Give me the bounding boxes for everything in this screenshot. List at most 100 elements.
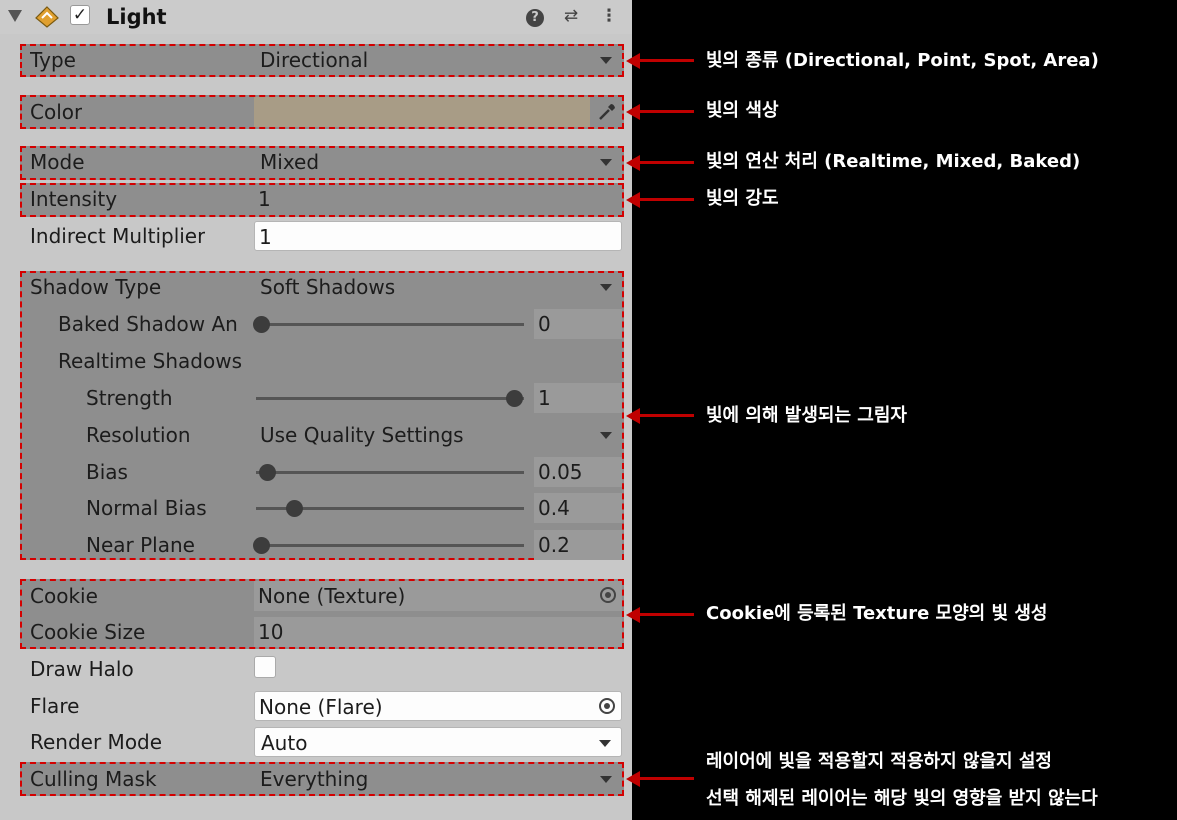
cookie-size-field[interactable]: 10 (254, 617, 622, 647)
arrow-type (632, 59, 694, 62)
annotation-culling-line1: 레이어에 빛을 적용할지 적용하지 않을지 설정 (706, 751, 1052, 772)
object-picker-icon[interactable] (599, 698, 615, 714)
type-dropdown[interactable]: Directional (254, 45, 622, 75)
dropdown-arrow-icon (600, 57, 612, 64)
flare-object-field[interactable]: None (Flare) (254, 691, 622, 721)
eyedropper-icon[interactable] (592, 97, 622, 127)
enabled-checkbox[interactable]: ✓ (70, 5, 90, 25)
cookie-label: Cookie (30, 584, 98, 608)
arrowhead-icon (626, 408, 640, 424)
near-plane-knob[interactable] (253, 537, 270, 554)
preset-icon[interactable]: ⇄ (560, 5, 582, 27)
arrowhead-icon (626, 771, 640, 787)
normal-bias-knob[interactable] (285, 500, 303, 517)
baked-shadow-angle-knob[interactable] (253, 316, 270, 333)
arrow-shadow (632, 414, 694, 417)
dropdown-arrow-icon (600, 159, 612, 166)
culling-mask-row: Culling Mask Everything (0, 762, 632, 796)
intensity-field[interactable]: 1 (254, 184, 622, 214)
context-menu-icon[interactable]: ⋮ (598, 5, 620, 27)
mode-label: Mode (30, 150, 85, 174)
annotation-cookie: Cookie에 등록된 Texture 모양의 빛 생성 (706, 603, 1048, 624)
flare-value: None (Flare) (259, 695, 383, 719)
annotation-mode: 빛의 연산 처리 (Realtime, Mixed, Baked) (706, 151, 1081, 172)
arrow-cookie (632, 613, 694, 616)
mode-row: Mode Mixed (0, 145, 632, 179)
foldout-arrow-icon[interactable] (8, 10, 22, 22)
baked-shadow-angle-field[interactable]: 0 (534, 309, 622, 339)
near-plane-value: 0.2 (538, 533, 570, 557)
mode-dropdown[interactable]: Mixed (254, 147, 622, 177)
resolution-row: Resolution Use Quality Settings (0, 418, 632, 452)
type-label: Type (30, 48, 76, 72)
annotation-color: 빛의 색상 (706, 100, 779, 121)
render-mode-value: Auto (261, 731, 308, 755)
dropdown-arrow-icon (600, 284, 612, 291)
normal-bias-field[interactable]: 0.4 (534, 493, 622, 523)
resolution-value: Use Quality Settings (260, 423, 464, 447)
cookie-object-field[interactable]: None (Texture) (254, 581, 622, 611)
cookie-size-value: 10 (258, 620, 284, 644)
near-plane-field[interactable]: 0.2 (534, 530, 622, 560)
dropdown-arrow-icon (600, 776, 612, 783)
intensity-label: Intensity (30, 187, 118, 211)
indirect-multiplier-field[interactable]: 1 (254, 221, 622, 251)
render-mode-row: Render Mode Auto (0, 725, 632, 759)
strength-knob[interactable] (506, 390, 523, 407)
color-label: Color (30, 100, 83, 124)
light-icon (35, 6, 59, 28)
near-plane-row: Near Plane 0.2 (0, 528, 632, 562)
baked-shadow-angle-slider[interactable] (256, 323, 524, 326)
strength-slider[interactable] (256, 397, 524, 400)
realtime-shadows-label: Realtime Shadows (58, 349, 242, 373)
dropdown-arrow-icon (600, 432, 612, 439)
arrowhead-icon (626, 607, 640, 623)
near-plane-label: Near Plane (86, 533, 195, 557)
shadow-type-row: Shadow Type Soft Shadows (0, 270, 632, 304)
arrow-mode (632, 161, 694, 164)
arrow-culling-mask (632, 777, 694, 780)
cookie-row: Cookie None (Texture) (0, 579, 632, 613)
color-row: Color (0, 95, 632, 129)
indirect-multiplier-row: Indirect Multiplier 1 (0, 219, 632, 253)
object-picker-icon[interactable] (600, 587, 616, 603)
strength-label: Strength (86, 386, 173, 410)
mode-value: Mixed (260, 150, 320, 174)
draw-halo-row: Draw Halo (0, 652, 632, 686)
bias-slider[interactable] (256, 471, 524, 474)
culling-mask-label: Culling Mask (30, 767, 157, 791)
normal-bias-label: Normal Bias (86, 496, 207, 520)
color-swatch[interactable] (254, 97, 590, 127)
annotation-intensity: 빛의 강도 (706, 188, 779, 209)
render-mode-dropdown[interactable]: Auto (254, 727, 622, 757)
bias-knob[interactable] (259, 464, 277, 481)
arrowhead-icon (626, 192, 640, 208)
inspector-panel: ✓ Light ? ⇄ ⋮ Type Directional Color Mod… (0, 0, 632, 820)
help-icon[interactable]: ? (524, 5, 546, 27)
shadow-type-value: Soft Shadows (260, 275, 396, 299)
bias-value: 0.05 (538, 460, 583, 484)
strength-row: Strength 1 (0, 381, 632, 415)
shadow-type-label: Shadow Type (30, 275, 162, 299)
draw-halo-label: Draw Halo (30, 657, 134, 681)
strength-field[interactable]: 1 (534, 383, 622, 413)
baked-shadow-angle-value: 0 (538, 312, 551, 336)
annotation-type: 빛의 종류 (Directional, Point, Spot, Area) (706, 50, 1099, 71)
baked-shadow-angle-row: Baked Shadow An 0 (0, 307, 632, 341)
flare-label: Flare (30, 694, 80, 718)
flare-row: Flare None (Flare) (0, 689, 632, 723)
culling-mask-dropdown[interactable]: Everything (254, 764, 622, 794)
bias-field[interactable]: 0.05 (534, 457, 622, 487)
shadow-type-dropdown[interactable]: Soft Shadows (254, 272, 622, 302)
strength-value: 1 (538, 386, 551, 410)
annotation-shadow: 빛에 의해 발생되는 그림자 (706, 405, 907, 426)
dropdown-arrow-icon (599, 740, 611, 747)
draw-halo-checkbox[interactable] (254, 656, 276, 678)
bias-label: Bias (86, 460, 128, 484)
arrow-color (632, 110, 694, 113)
intensity-value: 1 (258, 187, 271, 211)
render-mode-label: Render Mode (30, 730, 163, 754)
bias-row: Bias 0.05 (0, 455, 632, 489)
near-plane-slider[interactable] (256, 544, 524, 547)
resolution-dropdown[interactable]: Use Quality Settings (254, 420, 622, 450)
